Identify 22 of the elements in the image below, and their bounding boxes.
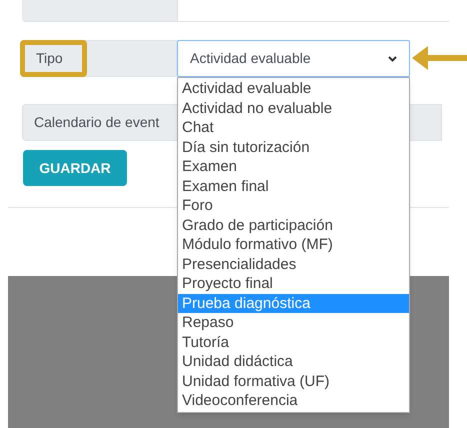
dropdown-option[interactable]: Actividad no evaluable [178,98,409,118]
input-field[interactable] [177,0,449,22]
dropdown-option[interactable]: Unidad didáctica [178,352,409,372]
chevron-down-icon [388,56,397,62]
select-field[interactable]: Actividad evaluable [177,40,410,77]
dropdown-option[interactable]: Grado de participación [178,216,409,235]
dropdown-option[interactable]: Foro [178,196,409,216]
dropdown-option[interactable]: Repaso [178,313,409,332]
field-label: Calendario de event [34,113,160,132]
dropdown-option[interactable]: Proyecto final [178,274,409,294]
dropdown-option[interactable]: Actividad evaluable [178,79,409,98]
dropdown-option[interactable]: Presencialidades [178,254,409,274]
dropdown-option[interactable]: Examen final [178,176,409,196]
dropdown-option[interactable]: Chat [178,118,409,138]
dropdown-option[interactable]: Día sin tutorización [178,138,409,157]
dropdown-option[interactable]: Videoconferencia [178,391,409,410]
dropdown-option[interactable]: Examen [178,157,409,176]
dropdown-option[interactable]: Módulo formativo (MF) [178,235,409,254]
dropdown-option[interactable]: Unidad formativa (UF) [178,372,409,391]
field-label: Tipo [20,40,87,77]
dropdown-option[interactable]: Tutoría [178,332,409,352]
arrow-icon [412,45,467,71]
